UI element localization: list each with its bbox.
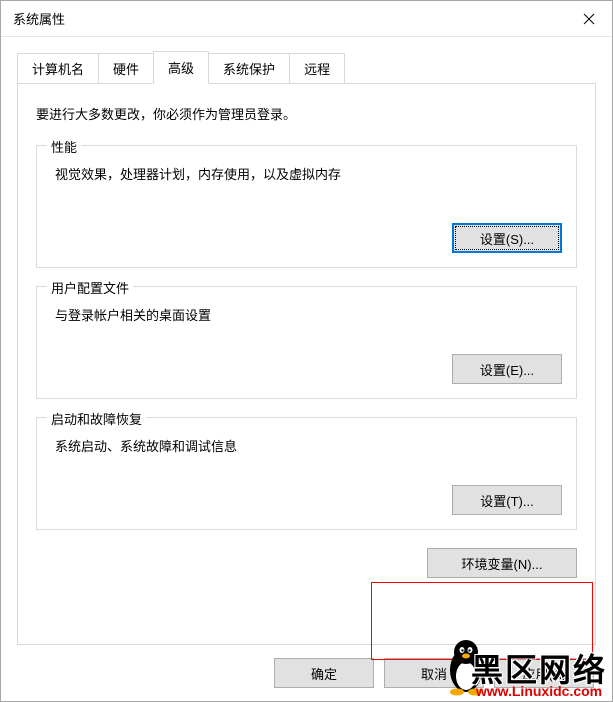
performance-button-row: 设置(S)...: [51, 223, 562, 253]
tab-computer-name[interactable]: 计算机名: [17, 53, 99, 83]
user-profiles-desc: 与登录帐户相关的桌面设置: [55, 305, 562, 324]
user-profiles-group: 用户配置文件 与登录帐户相关的桌面设置 设置(E)...: [36, 286, 577, 399]
tab-remote[interactable]: 远程: [289, 53, 345, 83]
system-properties-window: 系统属性 计算机名 硬件 高级 系统保护 远程 要进行大多数更改，你必须作为管理…: [0, 0, 613, 702]
performance-desc: 视觉效果，处理器计划，内存使用，以及虚拟内存: [55, 164, 562, 183]
env-vars-row: 环境变量(N)...: [36, 548, 577, 578]
user-profiles-title: 用户配置文件: [47, 278, 133, 297]
tab-advanced[interactable]: 高级: [153, 51, 209, 84]
startup-recovery-title: 启动和故障恢复: [47, 409, 146, 428]
tab-hardware[interactable]: 硬件: [98, 53, 154, 83]
performance-title: 性能: [47, 137, 81, 156]
cancel-button[interactable]: 取消: [384, 658, 484, 688]
startup-recovery-settings-button[interactable]: 设置(T)...: [452, 485, 562, 515]
advanced-panel: 要进行大多数更改，你必须作为管理员登录。 性能 视觉效果，处理器计划，内存使用，…: [17, 83, 596, 645]
user-profiles-settings-button[interactable]: 设置(E)...: [452, 354, 562, 384]
window-title: 系统属性: [13, 9, 65, 28]
startup-recovery-desc: 系统启动、系统故障和调试信息: [55, 436, 562, 455]
close-icon: [583, 13, 595, 25]
startup-recovery-group: 启动和故障恢复 系统启动、系统故障和调试信息 设置(T)...: [36, 417, 577, 530]
environment-variables-button[interactable]: 环境变量(N)...: [427, 548, 577, 578]
close-button[interactable]: [566, 1, 612, 37]
apply-button[interactable]: 应用(A): [494, 658, 594, 688]
dialog-content: 计算机名 硬件 高级 系统保护 远程 要进行大多数更改，你必须作为管理员登录。 …: [1, 37, 612, 645]
performance-settings-button[interactable]: 设置(S)...: [452, 223, 562, 253]
startup-recovery-button-row: 设置(T)...: [51, 485, 562, 515]
tab-strip: 计算机名 硬件 高级 系统保护 远程: [17, 51, 596, 83]
ok-button[interactable]: 确定: [274, 658, 374, 688]
admin-instruction: 要进行大多数更改，你必须作为管理员登录。: [36, 104, 577, 123]
titlebar: 系统属性: [1, 1, 612, 37]
user-profiles-button-row: 设置(E)...: [51, 354, 562, 384]
dialog-actions: 确定 取消 应用(A): [1, 645, 612, 701]
tab-system-protection[interactable]: 系统保护: [208, 53, 290, 83]
performance-group: 性能 视觉效果，处理器计划，内存使用，以及虚拟内存 设置(S)...: [36, 145, 577, 268]
